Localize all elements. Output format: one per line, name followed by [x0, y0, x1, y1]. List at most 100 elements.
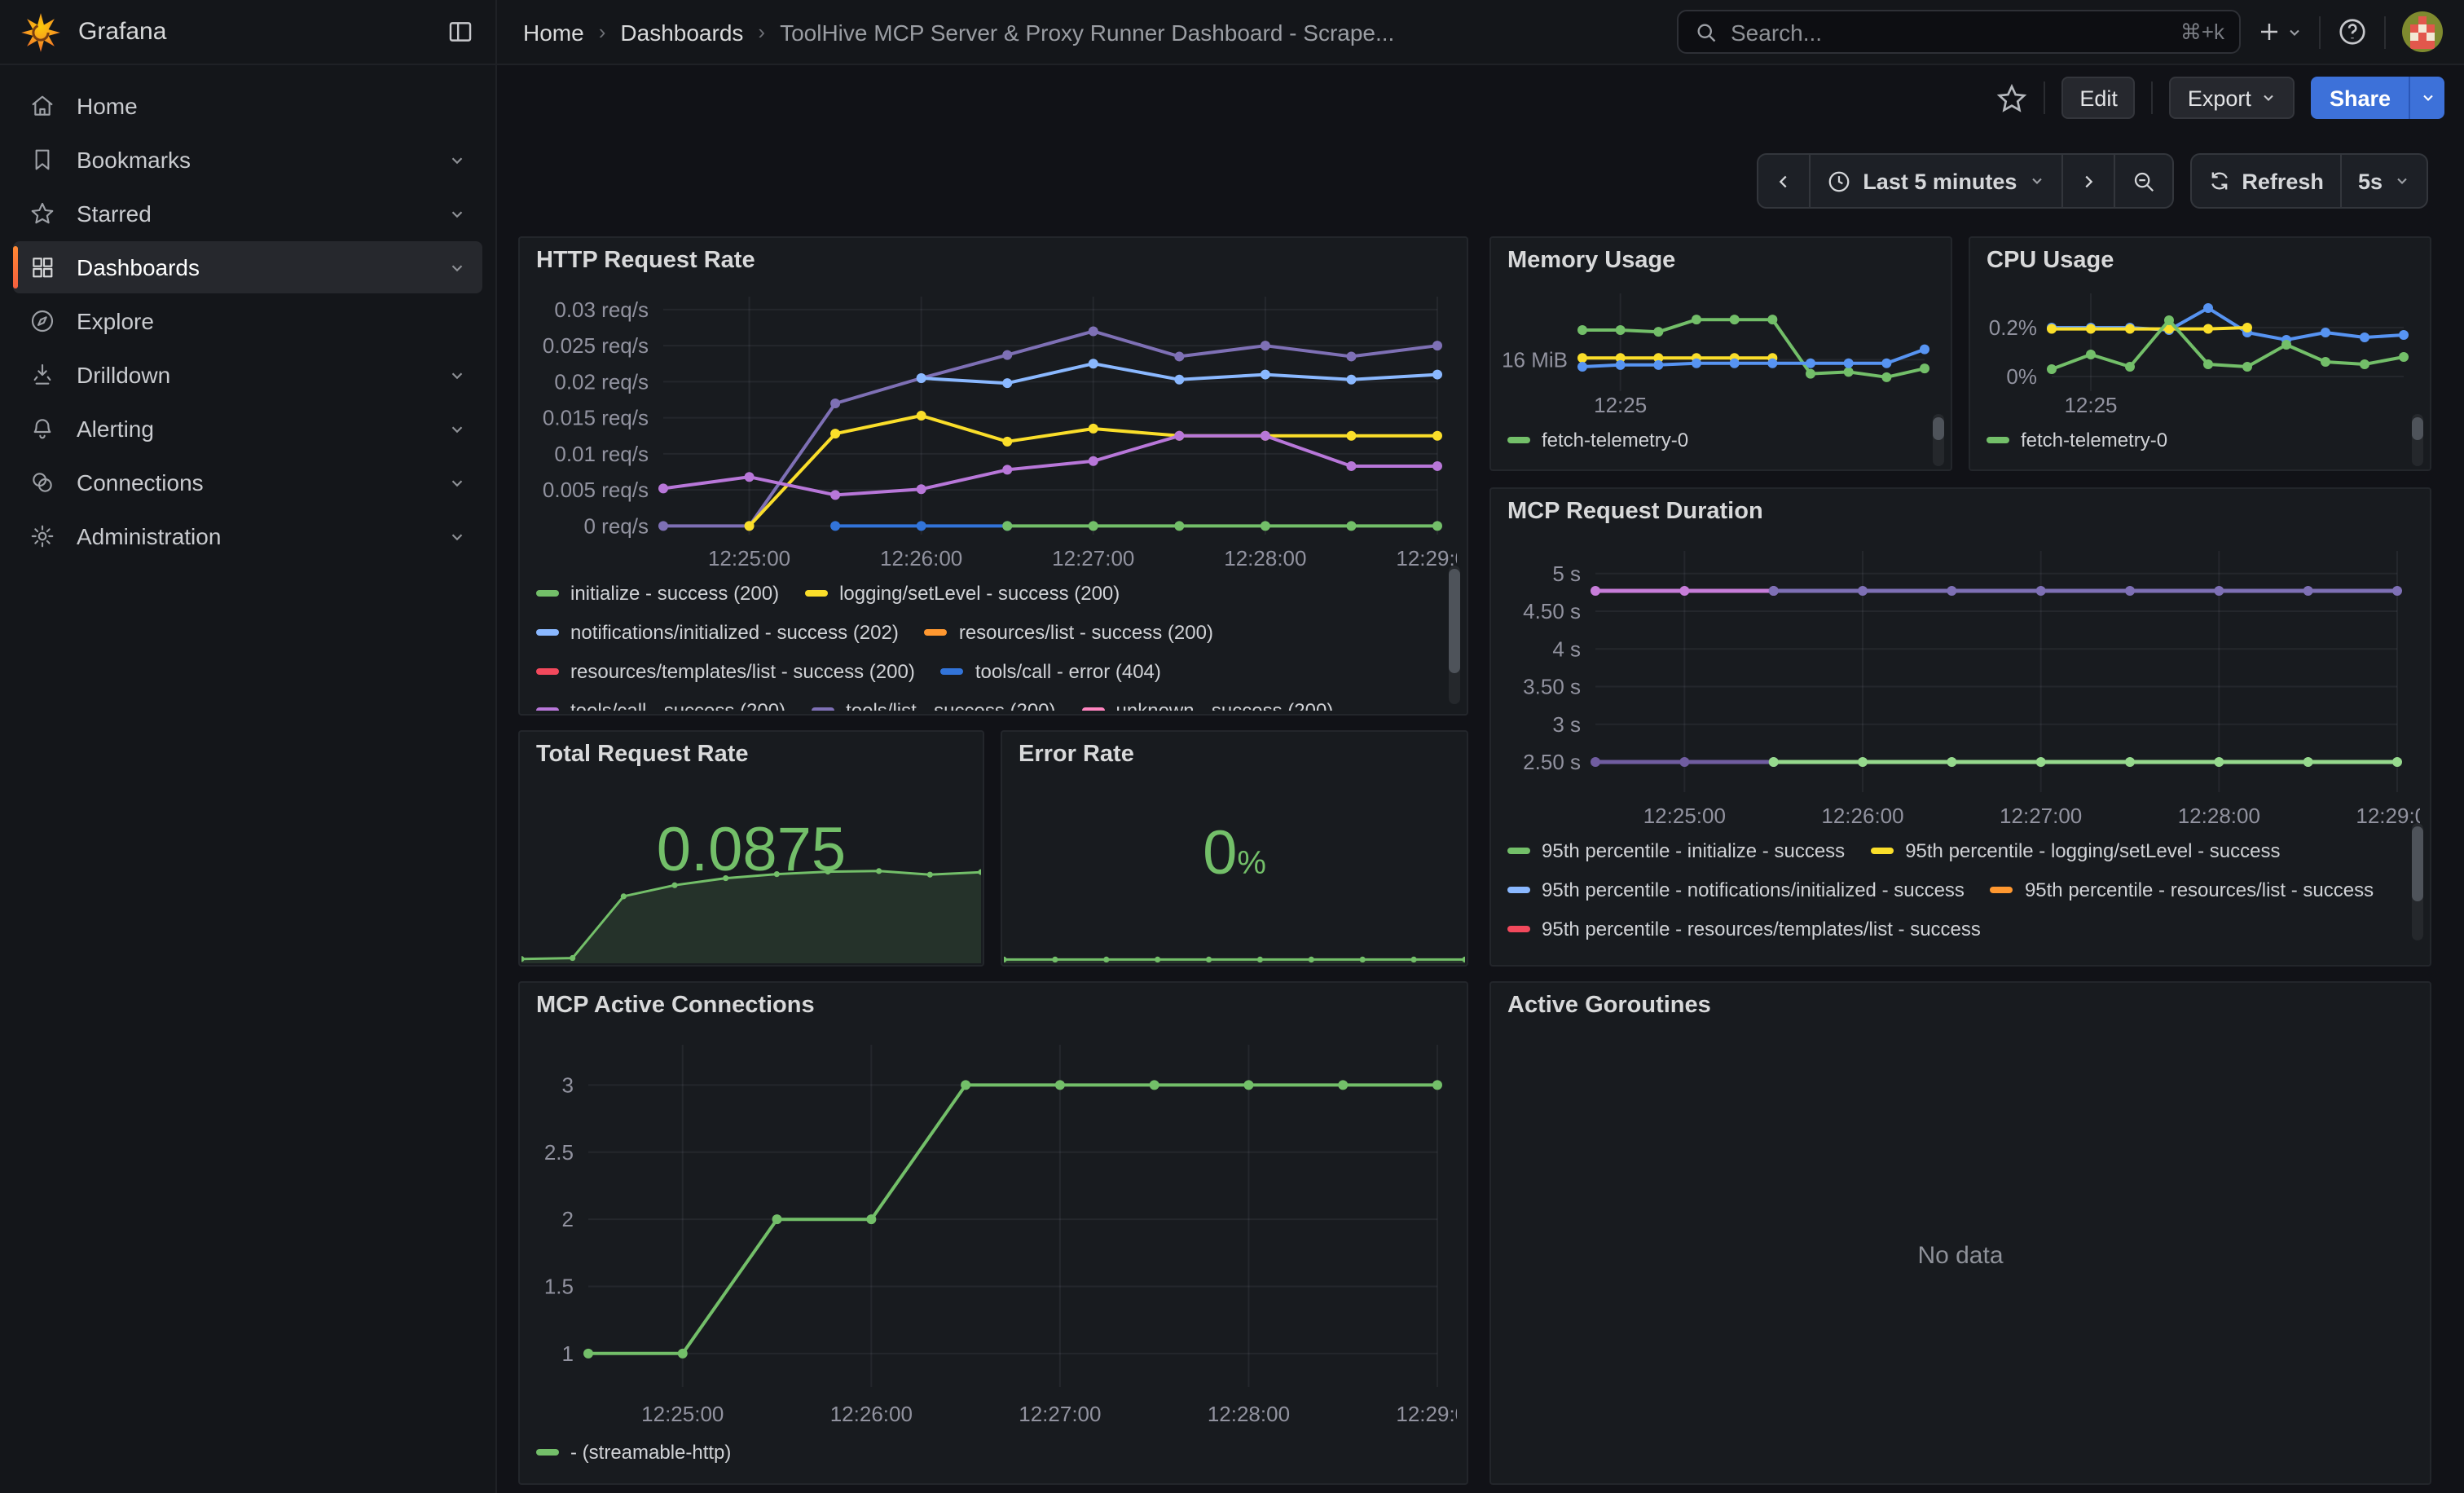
search-icon — [1693, 19, 1719, 45]
connections-icon — [29, 469, 55, 495]
http-request-rate-chart[interactable]: 12:25:0012:26:0012:27:0012:28:0012:29:00… — [530, 284, 1457, 574]
sidebar-item-explore[interactable]: Explore — [13, 295, 482, 347]
legend-swatch — [1871, 847, 1894, 853]
brand-title: Grafana — [78, 18, 166, 46]
legend-scrollbar[interactable] — [1933, 414, 1944, 466]
star-dashboard-button[interactable] — [1996, 82, 2027, 113]
panel-title[interactable]: Active Goroutines — [1491, 983, 2430, 1028]
sidebar-item-alerting[interactable]: Alerting — [13, 403, 482, 455]
panel-title[interactable]: HTTP Request Rate — [520, 238, 1467, 284]
svg-text:0.02 req/s: 0.02 req/s — [554, 369, 649, 394]
error-rate-sparkline[interactable] — [1004, 940, 1465, 963]
legend-item[interactable]: 95th percentile - resources/list - succe… — [1991, 877, 2374, 901]
legend-item[interactable]: notifications/initialized - success (202… — [536, 619, 899, 644]
legend-item[interactable]: 95th percentile - resources/templates/li… — [1507, 916, 1981, 940]
legend-item[interactable]: initialize - success (200) — [536, 580, 779, 605]
svg-text:0 req/s: 0 req/s — [584, 513, 649, 538]
chevron-down-icon[interactable] — [448, 527, 466, 545]
legend-item[interactable]: unknown - success (200) — [1082, 698, 1334, 711]
panel-title[interactable]: Error Rate — [1002, 732, 1467, 777]
svg-text:3.50 s: 3.50 s — [1523, 675, 1581, 699]
sidebar-nav: HomeBookmarksStarredDashboardsExplore Dri… — [0, 65, 497, 1493]
svg-text:12:29:00: 12:29:00 — [1396, 546, 1457, 570]
legend-item[interactable]: tools/list - success (200) — [812, 698, 1055, 711]
grafana-logo-icon[interactable] — [20, 11, 62, 53]
panel-title[interactable]: CPU Usage — [1970, 238, 2430, 284]
breadcrumb-dashboards[interactable]: Dashboards — [620, 19, 743, 45]
legend-item[interactable]: 95th percentile - notifications/initiali… — [1507, 877, 1965, 901]
legend-item[interactable]: tools/call - success (200) — [536, 698, 785, 711]
chevron-down-icon[interactable] — [448, 151, 466, 169]
legend-scrollbar[interactable] — [2412, 414, 2423, 466]
sidebar-item-connections[interactable]: Connections — [13, 456, 482, 509]
sidebar-item-administration[interactable]: Administration — [13, 510, 482, 562]
legend-item[interactable]: resources/templates/list - success (200) — [536, 658, 915, 683]
time-back-button[interactable] — [1758, 155, 1809, 207]
refresh-group: Refresh 5s — [2189, 153, 2428, 209]
chevron-down-icon[interactable] — [448, 258, 466, 276]
bookmarks-icon — [29, 147, 55, 173]
legend-scrollbar[interactable] — [1449, 566, 1460, 704]
sidebar-item-starred[interactable]: Starred — [13, 187, 482, 240]
sidebar-item-dashboards[interactable]: Dashboards — [13, 241, 482, 293]
legend-scrollbar[interactable] — [2412, 823, 2423, 940]
legend-item[interactable]: tools/call - error (404) — [941, 658, 1161, 683]
chevron-down-icon[interactable] — [448, 205, 466, 222]
drilldown-icon — [29, 362, 55, 388]
sidebar-item-home[interactable]: Home — [13, 80, 482, 132]
memory-usage-chart[interactable]: 12:2516 MiB — [1501, 280, 1941, 421]
sidebar-item-label: Drilldown — [77, 362, 170, 388]
svg-text:12:28:00: 12:28:00 — [1224, 546, 1306, 570]
legend-swatch — [536, 667, 559, 674]
panel-title[interactable]: MCP Active Connections — [520, 983, 1467, 1028]
svg-text:0.005 req/s: 0.005 req/s — [543, 478, 649, 502]
svg-text:0.01 req/s: 0.01 req/s — [554, 442, 649, 466]
time-forward-button[interactable] — [2061, 155, 2113, 207]
search-input[interactable]: Search... ⌘+k — [1677, 10, 2241, 54]
svg-text:12:26:00: 12:26:00 — [1821, 804, 1903, 828]
legend-swatch — [1507, 925, 1530, 931]
help-button[interactable] — [2337, 16, 2368, 47]
time-range-picker[interactable]: Last 5 minutes — [1809, 155, 2061, 207]
share-menu-button[interactable] — [2409, 77, 2444, 119]
mcp-request-duration-chart[interactable]: 12:25:0012:26:0012:27:0012:28:0012:29:00… — [1501, 535, 2420, 831]
panel-title[interactable]: Total Request Rate — [520, 732, 983, 777]
legend-item[interactable]: logging/setLevel - success (200) — [805, 580, 1120, 605]
user-avatar[interactable] — [2402, 11, 2443, 52]
legend-item[interactable]: fetch-telemetry-0 — [1987, 427, 2167, 451]
http-request-rate-legend: initialize - success (200) logging/setLev… — [536, 580, 1437, 711]
refresh-button[interactable]: Refresh — [2191, 155, 2340, 207]
legend-item[interactable]: 95th percentile - initialize - success — [1507, 838, 1845, 862]
starred-icon — [29, 200, 55, 227]
legend-item[interactable]: resources/list - success (200) — [925, 619, 1213, 644]
share-button[interactable]: Share — [2312, 77, 2409, 119]
mcp-active-connections-chart[interactable]: 12:25:0012:26:0012:27:0012:28:0012:29:00… — [530, 1028, 1457, 1429]
chevron-down-icon[interactable] — [448, 366, 466, 384]
sidebar-toggle-button[interactable] — [447, 18, 474, 46]
legend-item[interactable]: fetch-telemetry-0 — [1507, 427, 1688, 451]
chevron-down-icon[interactable] — [448, 473, 466, 491]
panel-mcp-request-duration: MCP Request Duration 12:25:0012:26:0012:… — [1489, 487, 2431, 967]
no-data-message: No data — [1491, 1028, 2430, 1483]
zoom-out-button[interactable] — [2113, 155, 2171, 207]
chevron-down-icon[interactable] — [448, 420, 466, 438]
sidebar-item-drilldown[interactable]: Drilldown — [13, 349, 482, 401]
panel-title[interactable]: MCP Request Duration — [1491, 489, 2430, 535]
breadcrumb-current-dashboard[interactable]: ToolHive MCP Server & Proxy Runner Dashb… — [780, 19, 1394, 45]
edit-button[interactable]: Edit — [2061, 77, 2136, 119]
legend-item[interactable]: - (streamable-http) — [536, 1439, 731, 1464]
refresh-interval-picker[interactable]: 5s — [2340, 155, 2427, 207]
cpu-usage-chart[interactable]: 12:250.2%0% — [1980, 280, 2420, 421]
export-button[interactable]: Export — [2170, 77, 2295, 119]
legend-item[interactable]: 95th percentile - logging/setLevel - suc… — [1871, 838, 2280, 862]
svg-text:2: 2 — [562, 1207, 574, 1231]
search-placeholder: Search... — [1731, 19, 2180, 45]
breadcrumb-home[interactable]: Home — [523, 19, 584, 45]
sidebar-item-bookmarks[interactable]: Bookmarks — [13, 134, 482, 186]
header-divider — [2384, 15, 2386, 48]
panel-title[interactable]: Memory Usage — [1491, 238, 1951, 284]
svg-text:2.5: 2.5 — [544, 1140, 574, 1165]
svg-text:0.015 req/s: 0.015 req/s — [543, 406, 649, 430]
add-new-button[interactable] — [2257, 20, 2303, 44]
svg-text:12:25: 12:25 — [1594, 393, 1647, 417]
